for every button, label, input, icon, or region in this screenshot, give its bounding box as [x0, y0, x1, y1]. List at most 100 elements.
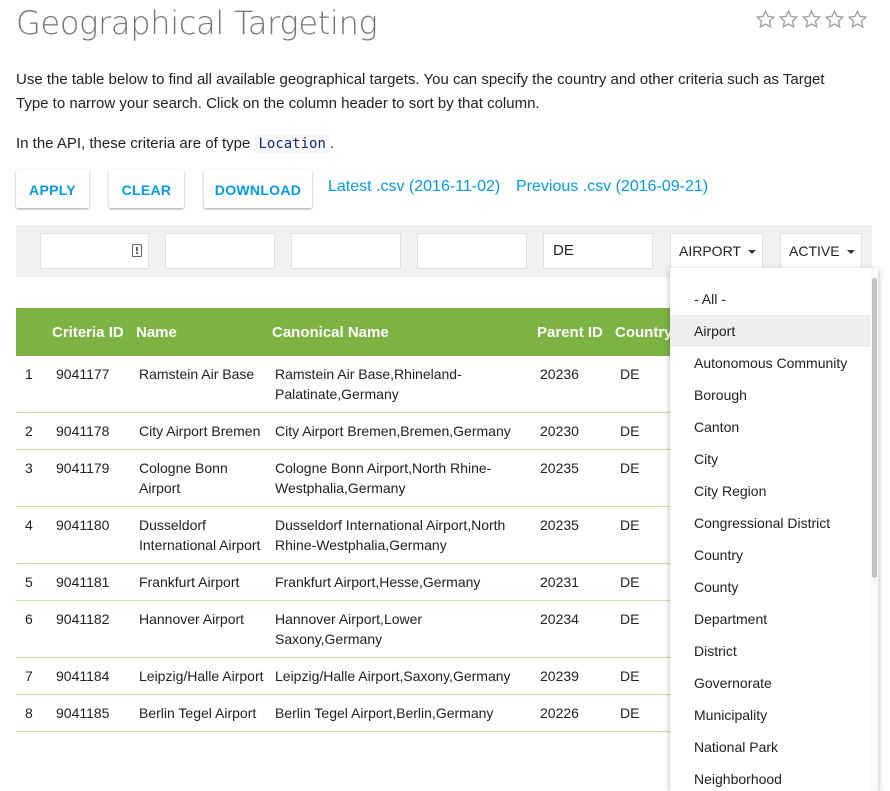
name-cell: Ramstein Air Base [136, 356, 272, 413]
criteria-id-cell: 9041179 [52, 449, 136, 507]
parent-id-cell: 20231 [537, 563, 615, 601]
name-filter[interactable] [165, 233, 275, 269]
dropdown-option[interactable]: Governorate [670, 667, 878, 699]
country-code-cell: DE [615, 657, 670, 695]
star-icon[interactable] [754, 8, 777, 31]
dropdown-option[interactable]: City [670, 443, 878, 475]
dropdown-option[interactable]: Neighborhood [670, 763, 878, 791]
clear-button[interactable]: CLEAR [109, 170, 184, 208]
canonical-name-cell: Berlin Tegel Airport,Berlin,Germany [272, 694, 537, 732]
criteria-id-filter[interactable] [40, 233, 149, 269]
api-type-line: In the API, these criteria are of type L… [16, 132, 334, 156]
dropdown-option[interactable]: Canton [670, 411, 878, 443]
dropdown-option[interactable]: Autonomous Community [670, 347, 878, 379]
table-row: 2 9041178 City Airport Bremen City Airport … [16, 412, 670, 450]
dropdown-option[interactable]: - All - [670, 283, 878, 315]
country-code-cell: DE [615, 449, 670, 507]
column-header-index [16, 308, 52, 356]
parent-id-cell: 20239 [537, 657, 615, 695]
dropdown-option[interactable]: Congressional District [670, 507, 878, 539]
row-index-cell: 4 [16, 506, 52, 564]
dropdown-option[interactable]: Borough [670, 379, 878, 411]
column-header-canonical-name[interactable]: Canonical Name [272, 308, 537, 356]
dropdown-option[interactable]: Country [670, 539, 878, 571]
country-code-filter[interactable]: DE [543, 233, 653, 269]
intro-text: Use the table below to find all availabl… [16, 71, 825, 112]
table-row: 6 9041182 Hannover Airport Hannover Airport… [16, 600, 670, 658]
table-row: 4 9041180 Dusseldorf International Airport… [16, 506, 670, 564]
canonical-name-cell: Leipzig/Halle Airport,Saxony,Germany [272, 657, 537, 695]
api-type-code: Location [254, 135, 330, 153]
column-header-parent-id[interactable]: Parent ID [537, 308, 615, 356]
country-code-cell: DE [615, 563, 670, 601]
parent-id-filter[interactable] [417, 233, 527, 269]
results-table: Criteria ID Name Canonical Name Parent I… [16, 308, 670, 732]
name-cell: Berlin Tegel Airport [136, 694, 272, 732]
caret-down-icon [747, 250, 756, 255]
api-suffix: . [329, 135, 335, 152]
target-type-select[interactable]: AIRPORT [670, 233, 763, 269]
table-row: 7 9041184 Leipzig/Halle Airport Leipzig/Hal… [16, 657, 670, 695]
country-code-cell: DE [615, 356, 670, 413]
column-header-criteria-id[interactable]: Criteria ID [52, 308, 136, 356]
dropdown-scrollbar-thumb[interactable] [872, 278, 877, 578]
dropdown-option[interactable]: District [670, 635, 878, 667]
row-index-cell: 5 [16, 563, 52, 601]
canonical-name-cell: Hannover Airport,Lower Saxony,Germany [272, 600, 537, 658]
star-icon[interactable] [777, 8, 800, 31]
dropdown-option[interactable]: National Park [670, 731, 878, 763]
canonical-name-filter[interactable] [291, 233, 401, 269]
country-code-cell: DE [615, 506, 670, 564]
target-type-dropdown-menu[interactable]: - All - Airport Autonomous Community Boroug… [670, 268, 878, 791]
criteria-id-cell: 9041181 [52, 563, 136, 601]
dropdown-scrollbar[interactable] [870, 268, 878, 791]
parent-id-cell: 20236 [537, 356, 615, 413]
previous-csv-link[interactable]: Previous .csv (2016-09-21) [516, 178, 708, 196]
target-type-value: AIRPORT [679, 243, 741, 259]
status-select[interactable]: ACTIVE [780, 233, 862, 269]
country-code-cell: DE [615, 600, 670, 658]
criteria-id-cell: 9041180 [52, 506, 136, 564]
star-icon[interactable] [823, 8, 846, 31]
row-index-cell: 6 [16, 600, 52, 658]
criteria-id-cell: 9041184 [52, 657, 136, 695]
parent-id-cell: 20234 [537, 600, 615, 658]
parent-id-cell: 20235 [537, 449, 615, 507]
name-cell: Hannover Airport [136, 600, 272, 658]
parent-id-cell: 20226 [537, 694, 615, 732]
criteria-id-cell: 9041177 [52, 356, 136, 413]
dropdown-option[interactable]: County [670, 571, 878, 603]
star-icon[interactable] [846, 8, 869, 31]
dropdown-option[interactable]: Department [670, 603, 878, 635]
table-row: 5 9041181 Frankfurt Airport Frankfurt Airpo… [16, 563, 670, 601]
criteria-id-cell: 9041178 [52, 412, 136, 450]
rating-stars[interactable] [754, 8, 869, 31]
canonical-name-cell: Dusseldorf International Airport,North R… [272, 506, 537, 564]
dropdown-option[interactable]: Municipality [670, 699, 878, 731]
row-index-cell: 3 [16, 449, 52, 507]
column-header-country[interactable]: Country [615, 308, 670, 356]
caret-down-icon [846, 250, 855, 255]
apply-button[interactable]: APPLY [16, 170, 89, 208]
country-code-cell: DE [615, 412, 670, 450]
latest-csv-link[interactable]: Latest .csv (2016-11-02) [328, 178, 500, 196]
download-button[interactable]: DOWNLOAD [204, 170, 312, 208]
canonical-name-cell: Ramstein Air Base,Rhineland-Palatinate,G… [272, 356, 537, 413]
star-icon[interactable] [800, 8, 823, 31]
column-header-name[interactable]: Name [136, 308, 272, 356]
name-cell: Leipzig/Halle Airport [136, 657, 272, 695]
row-index-cell: 1 [16, 356, 52, 413]
canonical-name-cell: Cologne Bonn Airport,North Rhine-Westpha… [272, 449, 537, 507]
row-index-cell: 7 [16, 657, 52, 695]
criteria-id-cell: 9041182 [52, 600, 136, 658]
dropdown-option[interactable]: City Region [670, 475, 878, 507]
country-code-cell: DE [615, 694, 670, 732]
api-prefix: In the API, these criteria are of type [16, 135, 255, 152]
criteria-id-cell: 9041185 [52, 694, 136, 732]
table-header-row: Criteria ID Name Canonical Name Parent I… [16, 308, 670, 356]
parent-id-cell: 20235 [537, 506, 615, 564]
canonical-name-cell: City Airport Bremen,Bremen,Germany [272, 412, 537, 450]
name-cell: Cologne Bonn Airport [136, 449, 272, 507]
canonical-name-cell: Frankfurt Airport,Hesse,Germany [272, 563, 537, 601]
dropdown-option[interactable]: Airport [670, 315, 878, 347]
